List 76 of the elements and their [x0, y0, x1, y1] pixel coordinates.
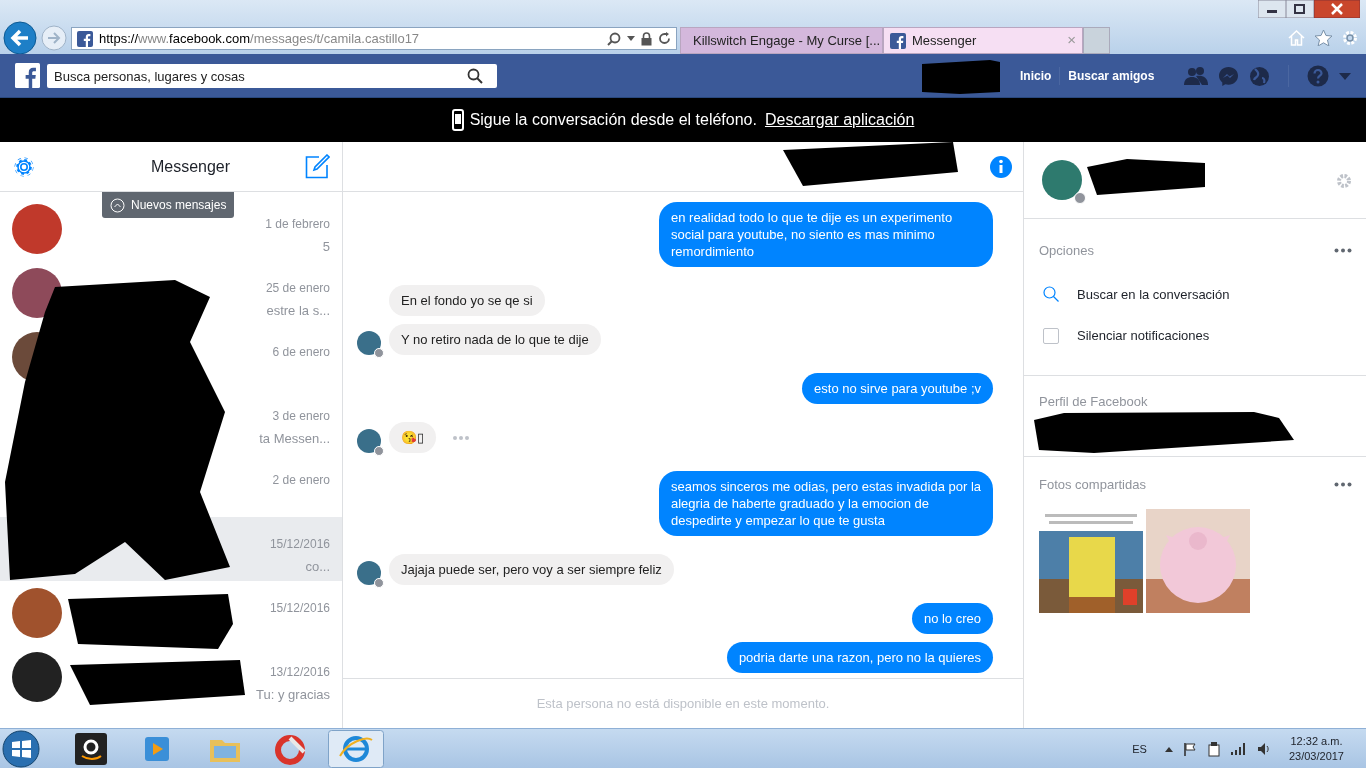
- info-icon[interactable]: [989, 155, 1013, 179]
- message-bubble: esto no sirve para youtube ;v: [802, 373, 993, 404]
- lock-icon: [641, 31, 652, 46]
- banner-text: Sigue la conversación desde el teléfono.: [469, 110, 757, 130]
- minimize-button[interactable]: [1258, 0, 1286, 18]
- star-icon[interactable]: [1315, 30, 1332, 46]
- conversation-date: 2 de enero: [272, 472, 330, 489]
- conversation-date: 25 de enero: [265, 280, 330, 297]
- message-preview: estre la s...: [266, 302, 330, 320]
- message-bubble: Jajaja puede ser, pero voy a ser siempre feliz: [389, 554, 674, 585]
- clock-date[interactable]: 23/03/2017: [1288, 749, 1344, 764]
- close-window-button[interactable]: [1314, 0, 1360, 18]
- avatar: [357, 561, 381, 585]
- more-icon[interactable]: [1334, 248, 1352, 254]
- message-bubble: podria darte una razon, pero no la quieres: [726, 642, 993, 673]
- start-button[interactable]: [2, 729, 40, 768]
- browser-icon[interactable]: [328, 729, 384, 768]
- download-app-link[interactable]: Descargar aplicación: [764, 108, 915, 132]
- message-bubble: seamos sinceros me odias, pero estas invadida por la alegria de haberte graduado y la emocion de despedirte y empezar lo que te gusta: [659, 471, 993, 536]
- message-bubble: Y no retiro nada de lo que te dije: [389, 324, 601, 355]
- message-bubble: 😘▯: [389, 422, 436, 453]
- search-icon[interactable]: [607, 31, 621, 46]
- avatar: [357, 331, 381, 355]
- message-bubble: en realidad todo lo que te dije es un experimento social para youtube, no siento es mas minimo remordimiento: [659, 202, 993, 267]
- section-title: Perfil de Facebook: [1039, 393, 1148, 411]
- facebook-logo[interactable]: [15, 63, 40, 88]
- nav-link[interactable]: Buscar amigos: [1059, 67, 1163, 85]
- conversation-date: 15/12/2016: [269, 536, 330, 553]
- caret-icon[interactable]: [1164, 746, 1173, 752]
- conversation-date: 3 de enero: [272, 408, 330, 425]
- section-title: Fotos compartidas: [1039, 476, 1146, 494]
- message-bubble: no lo creo: [911, 603, 993, 634]
- checkbox-label[interactable]: Silenciar notificaciones: [1077, 326, 1210, 346]
- facebook-icon: [890, 32, 906, 49]
- conversation-date: 1 de febrero: [265, 216, 330, 233]
- phone-icon: [451, 109, 464, 131]
- nav-link[interactable]: Inicio: [1012, 67, 1060, 85]
- sidebar-title: Messenger: [150, 156, 231, 177]
- refresh-icon[interactable]: [658, 32, 671, 45]
- chevron-up-icon: [110, 197, 125, 213]
- conversation-date: 6 de enero: [272, 344, 330, 361]
- restore-button[interactable]: [1286, 0, 1314, 18]
- search-icon[interactable]: [467, 67, 483, 84]
- messages-icon[interactable]: [1218, 65, 1239, 87]
- facebook-icon: [77, 30, 93, 47]
- signal-icon[interactable]: [1230, 743, 1247, 755]
- volume-icon[interactable]: [1256, 742, 1271, 756]
- forward-button[interactable]: [41, 25, 67, 51]
- back-button[interactable]: [3, 21, 37, 55]
- compose-icon[interactable]: [305, 154, 330, 179]
- checkbox[interactable]: [1043, 327, 1059, 344]
- section-title: Opciones: [1039, 242, 1094, 260]
- friends-icon[interactable]: [1184, 66, 1208, 86]
- new-messages-button[interactable]: Nuevos mensajes: [102, 192, 235, 218]
- browser-tab[interactable]: Messenger ×: [883, 27, 1083, 54]
- message-bubble: En el fondo yo se qe si: [389, 285, 545, 316]
- more-icon[interactable]: [1334, 482, 1352, 488]
- help-icon[interactable]: [1307, 65, 1329, 87]
- address-bar[interactable]: https://www.facebook.com/messages/t/camila.castillo17: [71, 27, 677, 50]
- url-text: https://www.facebook.com/messages/t/camila.castillo17: [99, 29, 421, 48]
- clock-time[interactable]: 12:32 a.m.: [1290, 734, 1343, 749]
- taskbar-app-icon[interactable]: [74, 731, 108, 766]
- search-link[interactable]: Buscar en la conversación: [1077, 284, 1230, 304]
- language-indicator[interactable]: ES: [1132, 740, 1147, 758]
- flag-icon[interactable]: [1182, 742, 1197, 756]
- message-preview: co...: [305, 558, 330, 576]
- globe-icon[interactable]: [1249, 65, 1270, 87]
- conversation-date: 13/12/2016: [269, 664, 330, 681]
- message-preview: Tu: y gracias: [256, 686, 330, 704]
- caret-icon[interactable]: [627, 36, 635, 41]
- conversation-date: 15/12/2016: [269, 600, 330, 617]
- message-preview: 5: [322, 238, 330, 256]
- avatar: [357, 429, 381, 453]
- search-field[interactable]: Busca personas, lugares y cosas: [47, 64, 497, 88]
- browser-tab[interactable]: Killswitch Engage - My Curse [...: [680, 27, 883, 54]
- message-preview: ta Messen...: [259, 430, 330, 448]
